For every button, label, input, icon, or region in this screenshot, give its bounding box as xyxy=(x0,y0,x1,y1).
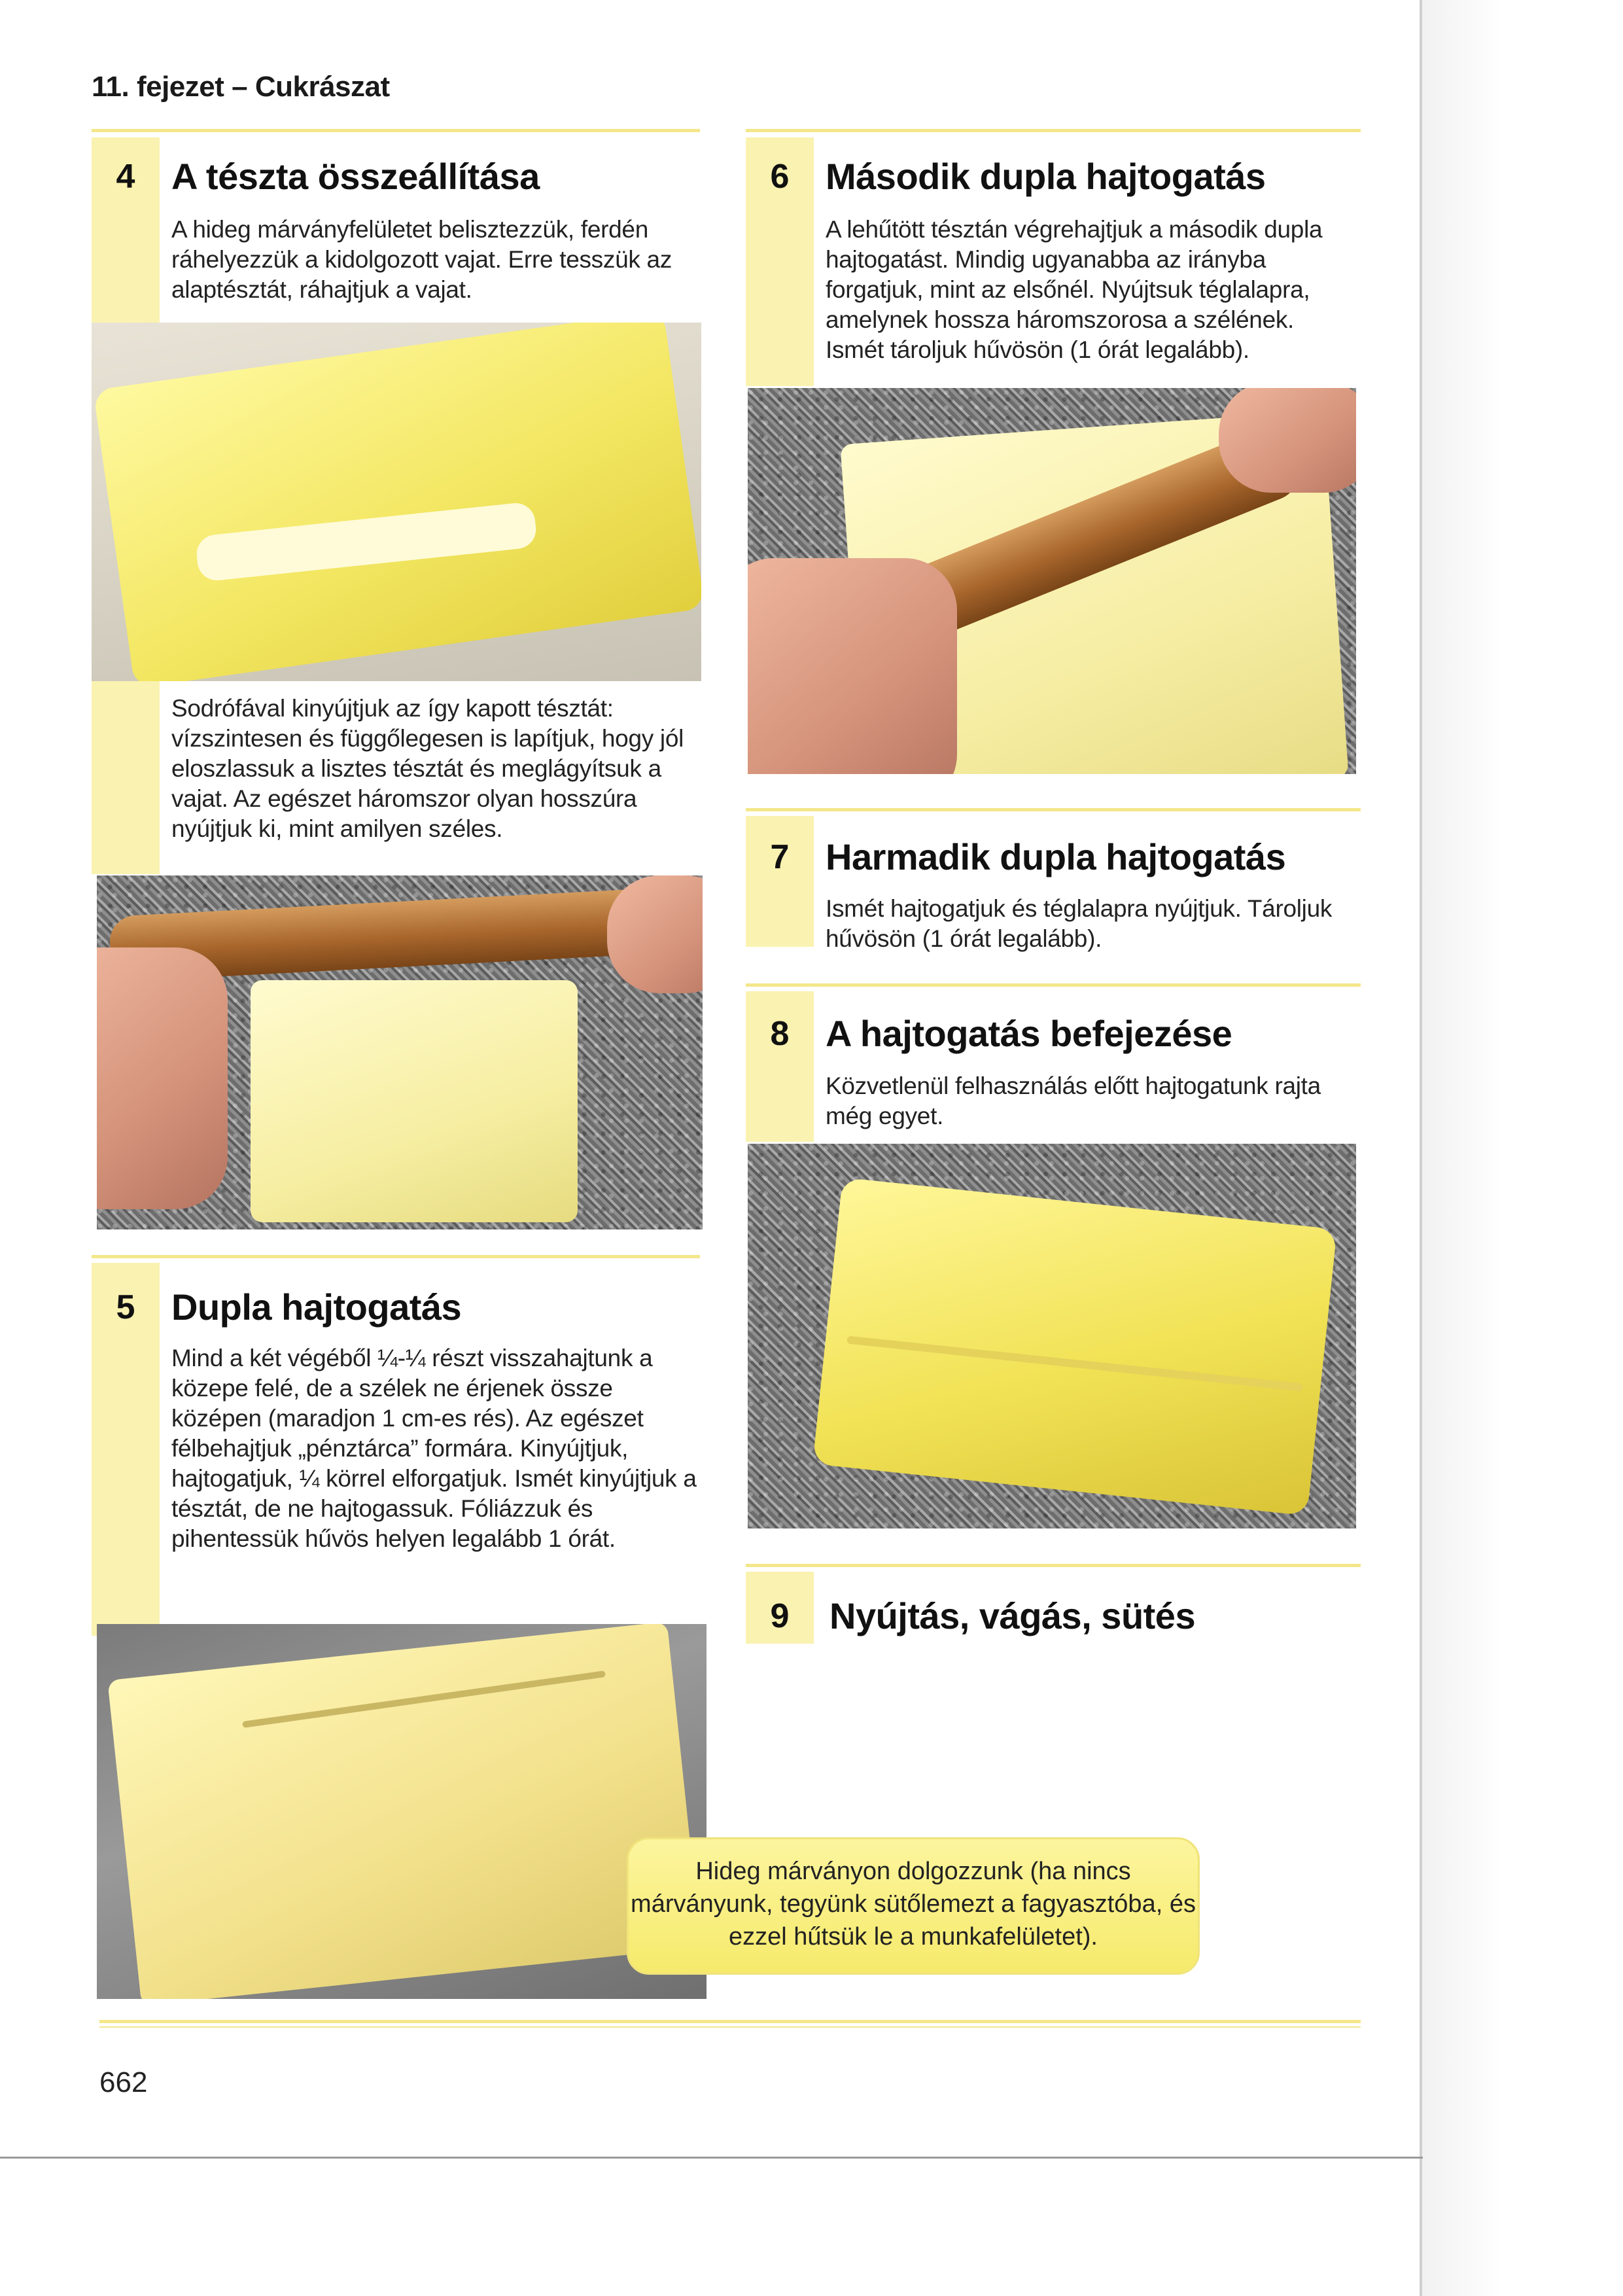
section-text: A lehűtött tésztán végrehajtjuk a másodi… xyxy=(826,216,1323,363)
section-divider xyxy=(92,1255,700,1258)
section-divider xyxy=(746,1564,1361,1567)
section-text: Közvetlenül felhasználás előtt hajtogatu… xyxy=(826,1072,1321,1129)
photo-butter-on-dough xyxy=(92,323,701,681)
page-edge xyxy=(1420,0,1422,2296)
chapter-title: 11. fejezet – Cukrászat xyxy=(92,71,390,103)
step-number: 6 xyxy=(770,158,790,196)
page-margin xyxy=(1422,0,1623,2296)
photo-folded-dough xyxy=(97,1624,707,1999)
section-divider xyxy=(746,808,1361,811)
section-text: Mind a két végéből ¼-¼ részt visszahajtu… xyxy=(171,1345,697,1552)
step-number: 8 xyxy=(770,1015,790,1053)
section-stripe xyxy=(746,816,814,947)
section-text: A hideg márványfelületet belisztezzük, f… xyxy=(171,216,672,303)
section-title: Harmadik dupla hajtogatás xyxy=(826,836,1286,877)
photo-second-fold xyxy=(748,388,1356,774)
page-number: 662 xyxy=(99,2066,148,2098)
footer-divider xyxy=(99,2020,1361,2023)
section-title: Második dupla hajtogatás xyxy=(826,156,1266,197)
section-title: A hajtogatás befejezése xyxy=(826,1013,1232,1054)
footer-divider-thin xyxy=(99,2026,1361,2028)
section-divider xyxy=(92,129,700,132)
step-number: 7 xyxy=(770,838,790,876)
step-number: 5 xyxy=(116,1288,135,1326)
tip-note: Hideg márványon dolgozzunk (ha nincs már… xyxy=(627,1837,1200,1975)
section-title: A tészta összeállítása xyxy=(171,156,540,197)
section-text: Ismét hajtogatjuk és téglalapra nyújtjuk… xyxy=(826,895,1333,952)
photo-finished-folds xyxy=(748,1144,1356,1528)
section-text: Sodrófával kinyújtjuk az így kapott tész… xyxy=(171,695,684,842)
photo-rolling-dough xyxy=(97,875,703,1229)
section-title: Dupla hajtogatás xyxy=(171,1286,462,1328)
step-number: 9 xyxy=(770,1597,790,1635)
section-divider xyxy=(746,983,1361,987)
step-number: 4 xyxy=(116,158,135,196)
page-bottom-edge xyxy=(0,2157,1423,2159)
section-title: Nyújtás, vágás, sütés xyxy=(829,1595,1196,1636)
section-divider xyxy=(746,129,1361,132)
